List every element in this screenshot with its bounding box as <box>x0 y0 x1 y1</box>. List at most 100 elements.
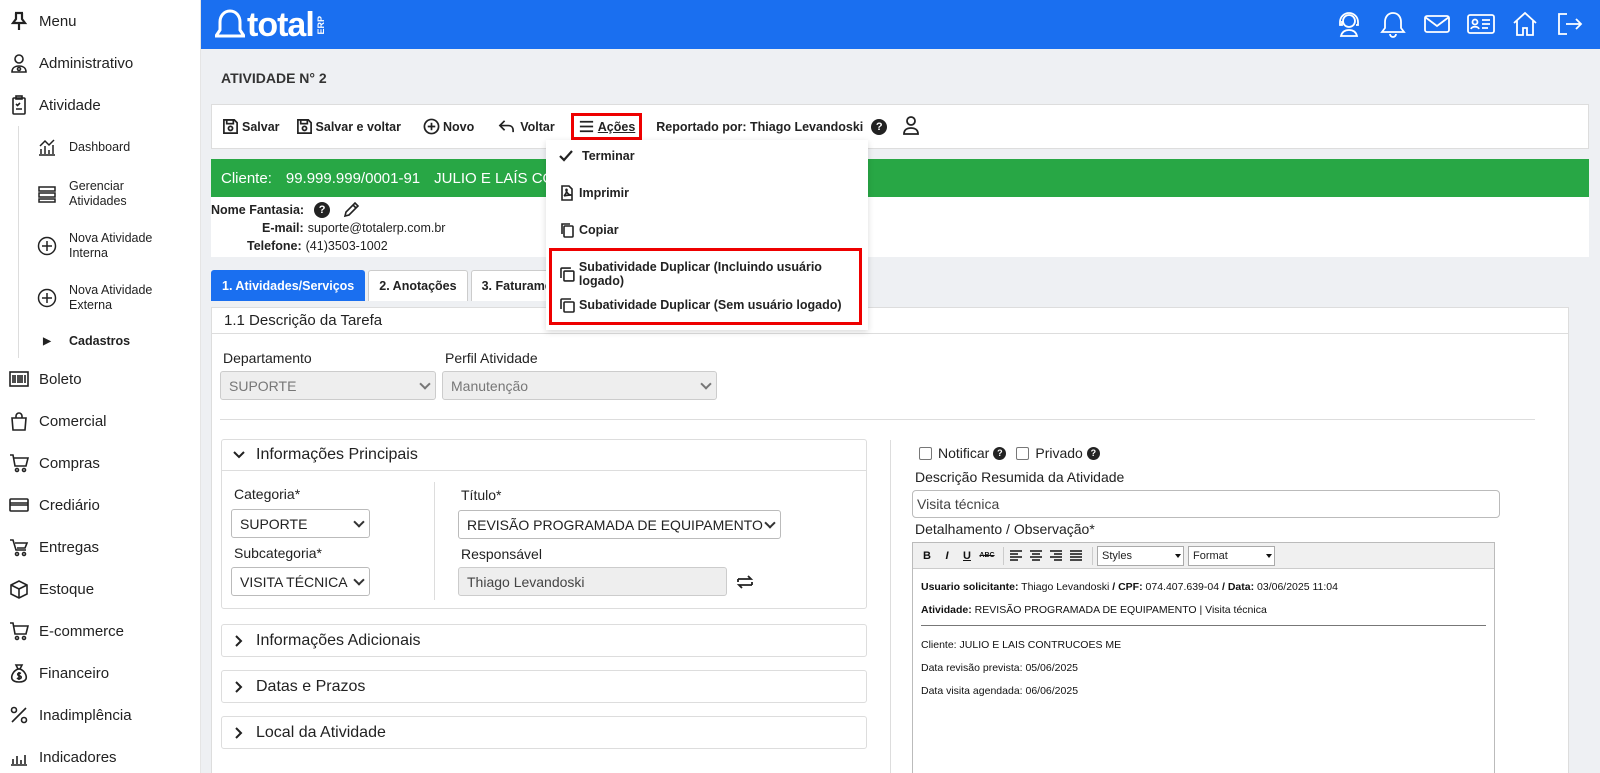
sidebar-item-indicadores[interactable]: Indicadores <box>0 736 200 773</box>
titulo-select[interactable]: REVISÃO PROGRAMADA DE EQUIPAMENTO <box>458 510 781 539</box>
align-center-icon[interactable] <box>1028 548 1044 564</box>
back-button[interactable]: Voltar <box>496 118 555 135</box>
subcategoria-select[interactable]: VISITA TÉCNICA <box>231 567 370 596</box>
actions-button[interactable]: Ações <box>570 113 643 140</box>
sidebar-item-entregas[interactable]: Entregas <box>0 526 200 568</box>
bell-icon[interactable] <box>1378 8 1408 40</box>
sidebar-item-comercial[interactable]: Comercial <box>0 400 200 442</box>
editor-body[interactable]: Usuario solicitante: Thiago Levandoski /… <box>913 569 1494 710</box>
perfil-select[interactable]: Manutenção <box>442 371 717 400</box>
logo[interactable]: total ERP <box>215 6 326 45</box>
tab-atividades[interactable]: 1. Atividades/Serviços <box>211 270 366 301</box>
align-right-icon[interactable] <box>1048 548 1064 564</box>
email-value[interactable]: suporte@totalerp.com.br <box>308 221 446 235</box>
home-icon[interactable] <box>1510 8 1540 40</box>
sidebar-item-ecommerce[interactable]: E-commerce <box>0 610 200 652</box>
actions-label: Ações <box>597 119 636 134</box>
accordion-header[interactable]: Local da Atividade <box>222 717 866 748</box>
responsavel-field: Thiago Levandoski <box>458 567 727 596</box>
sidebar-item-nova-interna[interactable]: Nova Atividade Interna <box>19 220 200 272</box>
client-bar: Cliente: 99.999.999/0001-91 JULIO E LAÍS… <box>211 159 1589 197</box>
sidebar-item-nova-externa[interactable]: Nova Atividade Externa <box>19 272 200 324</box>
accordion-header[interactable]: Datas e Prazos <box>222 671 866 702</box>
desc-label: Descrição Resumida da Atividade <box>915 469 1125 485</box>
styles-select[interactable]: Styles <box>1097 545 1184 566</box>
logout-icon[interactable] <box>1554 8 1584 40</box>
bold-button[interactable]: B <box>919 548 935 564</box>
tab-anotacoes[interactable]: 2. Anotações <box>368 270 468 301</box>
accordion-title: Informações Principais <box>256 446 418 463</box>
sidebar-item-gerenciar[interactable]: Gerenciar Atividades <box>19 168 200 220</box>
tabs: 1. Atividades/Serviços 2. Anotações 3. F… <box>211 270 578 301</box>
desc-input[interactable]: Visita técnica <box>912 490 1500 518</box>
accordion-info-adicionais[interactable]: Informações Adicionais <box>221 624 867 657</box>
pencil-icon[interactable] <box>342 201 360 219</box>
sidebar-item-compras[interactable]: Compras <box>0 442 200 484</box>
sidebar-item-administrativo[interactable]: Administrativo <box>0 42 200 84</box>
accordion-local[interactable]: Local da Atividade <box>221 716 867 749</box>
task-panel: 1.1 Descrição da Tarefa Departamento SUP… <box>211 307 1569 773</box>
menu-item-imprimir[interactable]: Imprimir <box>559 185 629 201</box>
column-divider <box>890 440 891 773</box>
question-icon[interactable]: ? <box>1086 446 1100 460</box>
sidebar-item-financeiro[interactable]: Financeiro <box>0 652 200 694</box>
caret-right-icon: ▶ <box>43 335 51 347</box>
new-button[interactable]: Novo <box>423 118 474 135</box>
perfil-label: Perfil Atividade <box>445 350 538 366</box>
accordion-header[interactable]: Informações Adicionais <box>222 625 866 656</box>
sidebar-item-dashboard[interactable]: Dashboard <box>19 126 200 168</box>
top-bar: total ERP <box>201 0 1600 49</box>
format-select[interactable]: Format <box>1188 545 1275 566</box>
save-back-button[interactable]: Salvar e voltar <box>296 118 401 135</box>
sidebar-item-crediario[interactable]: Crediário <box>0 484 200 526</box>
client-cnpj: 99.999.999/0001-91 <box>285 169 421 187</box>
italic-button[interactable]: I <box>939 548 955 564</box>
sidebar-item-inadimplencia[interactable]: Inadimplência <box>0 694 200 736</box>
department-select[interactable]: SUPORTE <box>220 371 436 400</box>
department-value: SUPORTE <box>229 377 297 394</box>
card-icon <box>8 494 30 516</box>
question-icon[interactable]: ? <box>314 202 331 218</box>
admin-users-icon <box>8 52 30 74</box>
sidebar-item-boleto[interactable]: Boleto <box>0 358 200 400</box>
menu-item-terminar[interactable]: Terminar <box>558 148 635 164</box>
align-justify-icon[interactable] <box>1068 548 1084 564</box>
sidebar-item-label: Nova Atividade Interna <box>69 231 153 260</box>
sidebar-item-label: Crediário <box>39 496 100 514</box>
accordion-title: Informações Adicionais <box>256 631 421 649</box>
swap-icon[interactable] <box>735 572 755 592</box>
categoria-label: Categoria* <box>234 486 301 502</box>
question-icon[interactable]: ? <box>993 446 1007 460</box>
copy-icon <box>561 223 574 238</box>
sidebar-item-estoque[interactable]: Estoque <box>0 568 200 610</box>
id-card-icon[interactable] <box>1466 8 1496 40</box>
accordion-header[interactable]: Informações Principais <box>222 440 866 471</box>
underline-button[interactable]: U <box>959 548 975 564</box>
support-icon[interactable] <box>1334 8 1364 40</box>
categoria-select[interactable]: SUPORTE <box>231 509 370 538</box>
menu-item-copiar[interactable]: Copiar <box>559 222 619 238</box>
notificar-checkbox[interactable] <box>919 446 932 460</box>
responsavel-label: Responsável <box>461 546 542 562</box>
accordion-info-principais: Informações Principais Categoria* SUPORT… <box>221 439 867 609</box>
sidebar-item-label: Financeiro <box>39 664 110 682</box>
user-icon[interactable] <box>887 115 921 138</box>
rich-text-editor: B I U ABC Styles Format Usuario solicita… <box>912 542 1495 773</box>
sidebar-item-label: Dashboard <box>69 140 131 154</box>
sidebar-menu-label: Menu <box>39 12 77 30</box>
save-button[interactable]: Salvar <box>222 118 280 135</box>
align-left-icon[interactable] <box>1008 548 1024 564</box>
privado-checkbox[interactable] <box>1016 446 1030 460</box>
accordion-title: Datas e Prazos <box>256 677 366 695</box>
accordion-datas-prazos[interactable]: Datas e Prazos <box>221 670 867 703</box>
chart-icon <box>36 136 58 158</box>
bell-logo-icon <box>215 8 245 37</box>
strikethrough-button[interactable]: ABC <box>979 548 995 564</box>
question-icon[interactable]: ? <box>871 118 888 135</box>
mail-icon[interactable] <box>1422 8 1452 40</box>
editor-line-visit: Data visita agendada: 06/06/2025 <box>921 685 1079 697</box>
sidebar-menu[interactable]: Menu <box>0 0 200 42</box>
sidebar-item-cadastros[interactable]: ▶ Cadastros <box>19 324 200 358</box>
nome-fantasia-row: Nome Fantasia: ? <box>211 201 360 219</box>
sidebar-item-atividade[interactable]: Atividade <box>0 84 200 126</box>
